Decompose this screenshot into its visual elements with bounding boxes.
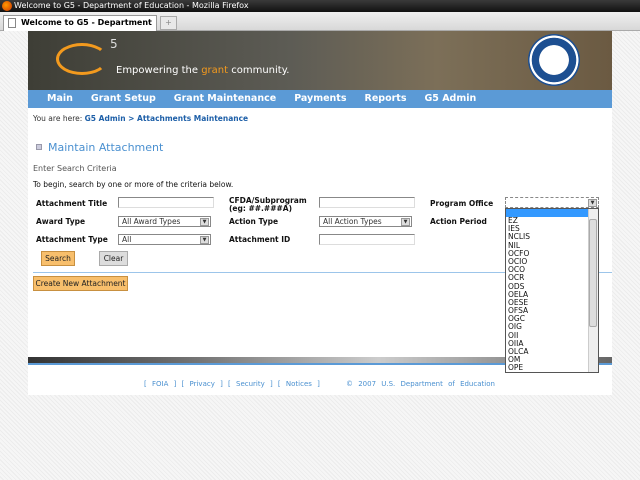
nav-payments[interactable]: Payments: [294, 90, 346, 108]
firefox-icon: [2, 1, 12, 11]
attachment-type-value: All: [122, 235, 132, 244]
tagline: Empowering the grant community.: [116, 65, 289, 76]
tab-bar: Welcome to G5 - Department of Edu... +: [0, 12, 640, 41]
action-period-label: Action Period: [430, 217, 487, 226]
action-type-select[interactable]: All Action Types ▼: [319, 216, 412, 227]
clear-button[interactable]: Clear: [99, 251, 128, 266]
g5-logo: [56, 43, 108, 75]
tagline-accent: grant: [201, 65, 229, 76]
dropdown-option-blank[interactable]: [506, 209, 588, 217]
g5-logo-5: 5: [110, 37, 118, 51]
search-button[interactable]: Search: [41, 251, 75, 266]
program-office-dropdown-list[interactable]: EZ IES NCLIS NIL OCFO OCIO OCO OCR ODS OELA OESE OF…: [505, 208, 599, 373]
action-type-value: All Action Types: [323, 217, 382, 226]
chevron-down-icon[interactable]: ▼: [200, 218, 209, 226]
new-tab-button[interactable]: +: [160, 16, 177, 30]
tagline-pre: Empowering the: [116, 65, 202, 76]
breadcrumb: You are here: G5 Admin > Attachments Mai…: [33, 114, 248, 123]
footer-link-privacy[interactable]: Privacy: [190, 380, 215, 388]
attachment-title-input[interactable]: [118, 197, 214, 208]
program-office-label: Program Office: [430, 199, 494, 208]
nav-grant-maintenance[interactable]: Grant Maintenance: [174, 90, 276, 108]
breadcrumb-path[interactable]: G5 Admin > Attachments Maintenance: [85, 114, 249, 123]
banner: 5 Empowering the grant community.: [28, 31, 612, 90]
dropdown-scrollbar[interactable]: [588, 209, 598, 372]
browser-tab[interactable]: Welcome to G5 - Department of Edu...: [3, 15, 157, 41]
action-type-label: Action Type: [229, 217, 279, 226]
window-title: Welcome to G5 - Department of Education …: [14, 1, 249, 10]
attachment-id-label: Attachment ID: [229, 235, 291, 244]
dropdown-option[interactable]: OIG: [506, 323, 598, 331]
award-type-value: All Award Types: [122, 217, 181, 226]
section-subtitle: Enter Search Criteria: [33, 164, 117, 173]
page-icon: [8, 18, 16, 28]
footer-link-security[interactable]: Security: [236, 380, 265, 388]
collapse-icon[interactable]: [36, 144, 42, 150]
attachment-type-select[interactable]: All ▼: [118, 234, 211, 245]
copyright: © 2007 U.S. Department of Education: [346, 380, 495, 388]
program-office-select[interactable]: ▼: [505, 197, 599, 208]
cfda-input[interactable]: [319, 197, 415, 208]
breadcrumb-prefix: You are here:: [33, 114, 83, 123]
chevron-down-icon[interactable]: ▼: [401, 218, 410, 226]
department-seal: [528, 34, 580, 86]
footer-link-foia[interactable]: FOIA: [152, 380, 168, 388]
nav-main[interactable]: Main: [47, 90, 73, 108]
attachment-title-label: Attachment Title: [36, 199, 108, 208]
award-type-select[interactable]: All Award Types ▼: [118, 216, 211, 227]
chevron-down-icon[interactable]: ▼: [200, 236, 209, 244]
award-type-label: Award Type: [36, 217, 86, 226]
tagline-post: community.: [228, 65, 290, 76]
create-new-attachment-button[interactable]: Create New Attachment: [33, 276, 128, 291]
attachment-type-label: Attachment Type: [36, 235, 108, 244]
nav-reports[interactable]: Reports: [365, 90, 407, 108]
attachment-id-input[interactable]: [319, 234, 415, 245]
page-title-text: Maintain Attachment: [48, 141, 164, 154]
cfda-hint: (eg: ##.###A): [229, 204, 292, 213]
nav-grant-setup[interactable]: Grant Setup: [91, 90, 156, 108]
intro-text: To begin, search by one or more of the c…: [33, 180, 234, 189]
main-nav: Main Grant Setup Grant Maintenance Payme…: [28, 90, 612, 108]
window-titlebar: Welcome to G5 - Department of Education …: [0, 0, 640, 12]
footer-link-notices[interactable]: Notices: [286, 380, 312, 388]
page-title: Maintain Attachment: [36, 141, 163, 154]
chevron-down-icon[interactable]: ▼: [588, 199, 597, 207]
dropdown-option[interactable]: OPE: [506, 364, 598, 372]
nav-g5-admin[interactable]: G5 Admin: [424, 90, 476, 108]
scrollbar-thumb[interactable]: [589, 219, 597, 327]
footer: [ FOIA ] [ Privacy ] [ Security ] [ Noti…: [144, 380, 495, 388]
